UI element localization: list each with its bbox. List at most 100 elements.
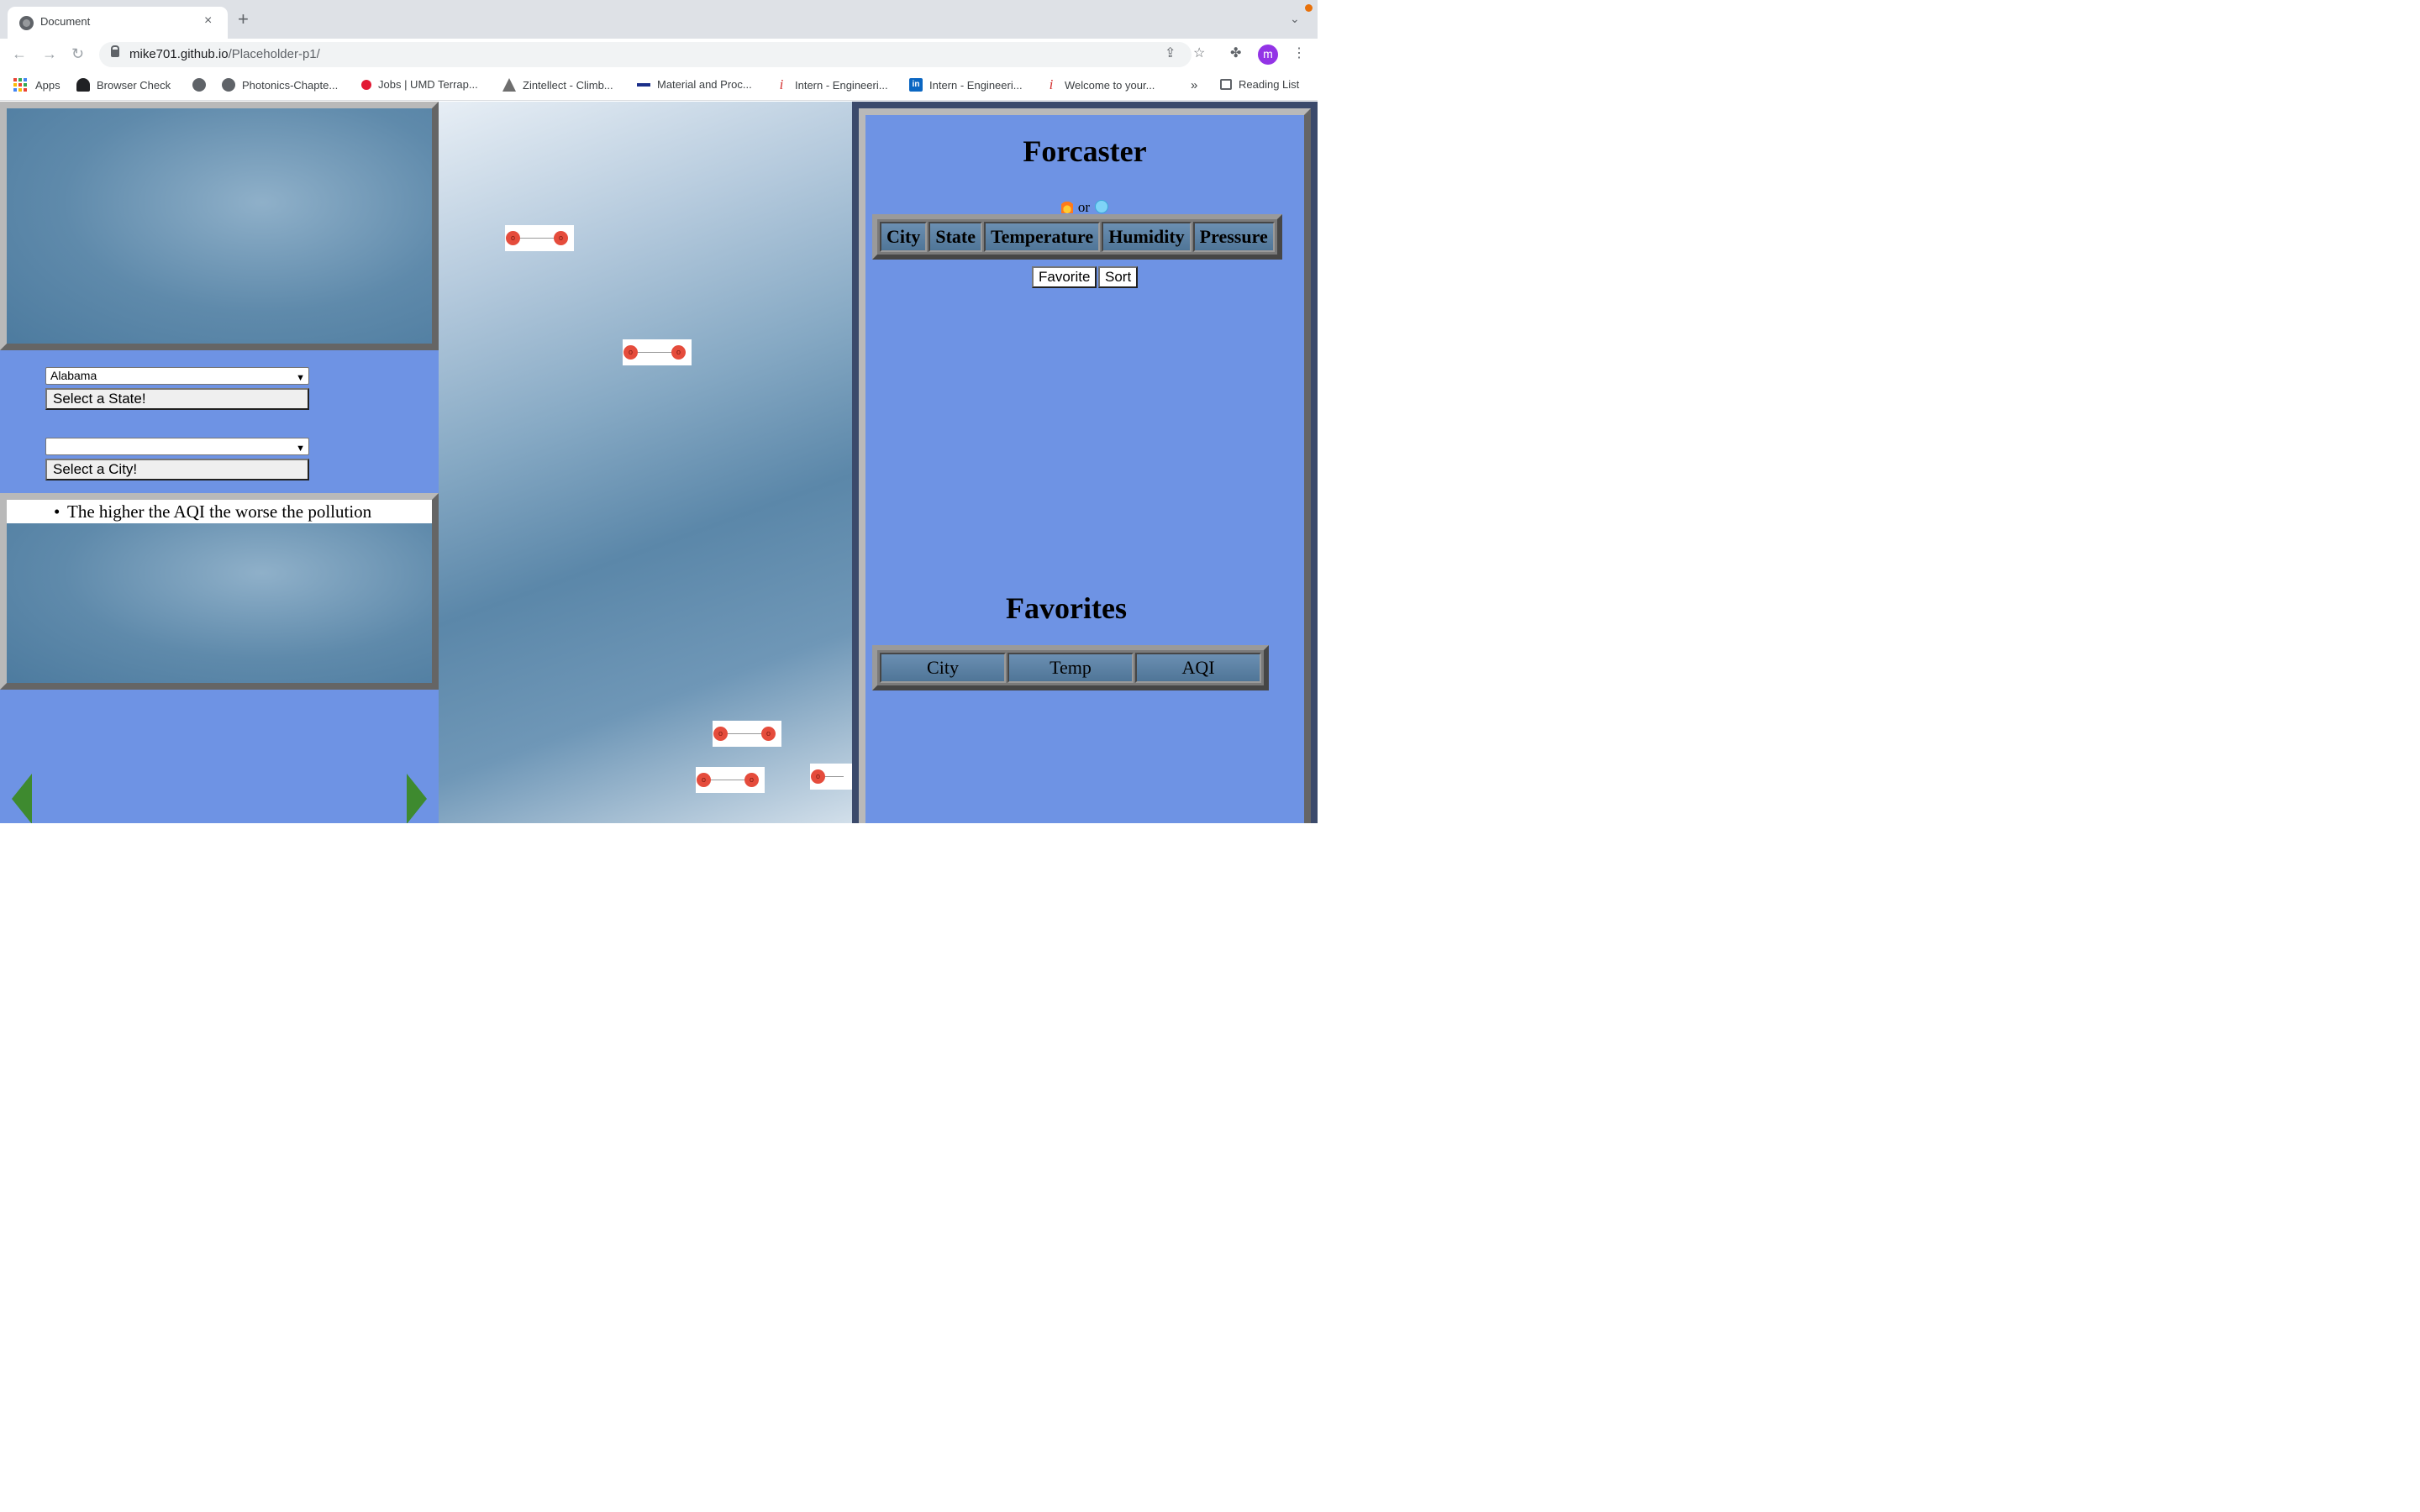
bookmark-label: Zintellect - Climb... — [523, 78, 613, 92]
bookmark-photonics[interactable]: Photonics-Chapte... — [222, 78, 338, 92]
url-host: mike701.github.io — [129, 47, 229, 61]
browser-window: Document × + ⌄ ← → ↻ mike701.github.io/P… — [0, 0, 1318, 824]
star-icon[interactable]: ☆ — [1193, 46, 1205, 61]
lock-icon[interactable] — [111, 45, 120, 57]
tab-strip: Document × + ⌄ — [0, 0, 1318, 39]
back-icon[interactable]: ← — [12, 45, 27, 62]
favorites-column-city[interactable]: City — [880, 653, 1006, 683]
favorites-column-temp[interactable]: Temp — [1007, 653, 1134, 683]
city-select[interactable]: ▼ — [45, 438, 310, 456]
avatar[interactable]: m — [1258, 45, 1279, 65]
extensions-icon[interactable]: ✤ — [1230, 46, 1241, 61]
bookmark-label: Jobs | UMD Terrap... — [378, 78, 478, 92]
dumbbell-widget: o o — [505, 225, 574, 252]
reading-list[interactable]: Reading List — [1220, 78, 1299, 91]
bookmark-label: Intern - Engineeri... — [795, 78, 888, 92]
state-select[interactable]: Alabama ▼ — [45, 367, 310, 385]
bookmark-label: Material and Proc... — [657, 78, 752, 92]
page: Alabama ▼ Select a State! ▼ Select a Cit… — [0, 102, 1318, 824]
forward-icon[interactable]: → — [42, 45, 57, 62]
sky-background: o o o o o o o o o — [439, 102, 853, 824]
column-pressure[interactable]: Pressure — [1192, 222, 1275, 253]
favorite-button[interactable]: Favorite — [1032, 266, 1097, 289]
globe-icon — [192, 78, 207, 92]
bookmark-welcome[interactable]: i Welcome to your... — [1044, 76, 1155, 93]
zintellect-icon — [502, 78, 516, 92]
tab-title: Document — [40, 15, 91, 28]
reading-list-icon — [1220, 79, 1233, 90]
fire-icon — [1060, 200, 1073, 214]
bookmark-label: Welcome to your... — [1065, 78, 1155, 92]
cold-face-icon — [1095, 200, 1109, 214]
red-dot-icon: o — [744, 773, 759, 788]
bookmarks-bar: Apps Browser Check Photonics-Chapte... J… — [0, 71, 1318, 102]
update-indicator-icon — [1305, 4, 1313, 13]
bookmark-umd-jobs[interactable]: Jobs | UMD Terrap... — [361, 78, 478, 91]
bookmark-intern-2[interactable]: in Intern - Engineeri... — [909, 78, 1023, 92]
chevron-down-icon: ▼ — [296, 444, 306, 454]
column-state[interactable]: State — [929, 222, 982, 253]
column-temperature[interactable]: Temperature — [983, 222, 1101, 253]
favorites-table-header: City Temp AQI — [872, 645, 1270, 690]
red-dot-icon: o — [811, 769, 826, 784]
aqi-note: The higher the AQI the worse the polluti… — [7, 500, 432, 523]
dumbbell-widget: o o — [623, 339, 692, 366]
person-icon — [76, 78, 90, 92]
globe-icon — [222, 78, 236, 92]
close-icon[interactable]: × — [204, 13, 212, 29]
menu-icon[interactable]: ⋮ — [1292, 46, 1306, 61]
left-panel: Alabama ▼ Select a State! ▼ Select a Cit… — [0, 102, 439, 824]
forecaster-title: Forcaster — [1023, 134, 1147, 169]
right-arrow-icon[interactable] — [407, 774, 428, 824]
reload-icon[interactable]: ↻ — [71, 45, 84, 62]
forecaster-panel: Forcaster or City State Temperature Humi… — [859, 108, 1312, 824]
bookmark-zintellect[interactable]: Zintellect - Climb... — [502, 78, 613, 92]
select-city-button[interactable]: Select a City! — [45, 459, 310, 481]
left-arrow-icon[interactable] — [12, 774, 33, 824]
address-bar[interactable]: mike701.github.io/Placeholder-p1/ ⇪ ☆ — [99, 42, 1205, 67]
red-dot-icon: o — [506, 231, 521, 245]
sky-image — [7, 500, 432, 683]
url-text[interactable]: mike701.github.io/Placeholder-p1/ — [129, 47, 320, 61]
dumbbell-widget: o o — [713, 721, 782, 748]
tab-document[interactable]: Document × — [8, 7, 229, 39]
bookmarks-overflow[interactable]: » — [1191, 78, 1197, 92]
linkedin-icon: in — [909, 78, 923, 92]
bookmark-material[interactable]: Material and Proc... — [637, 78, 752, 91]
url-path: /Placeholder-p1/ — [228, 47, 320, 61]
state-select-value: Alabama — [50, 369, 97, 383]
reading-list-label: Reading List — [1239, 78, 1300, 92]
share-icon[interactable]: ⇪ — [1165, 46, 1176, 61]
aqi-note-text: The higher the AQI the worse the polluti… — [67, 501, 372, 522]
info-icon: i — [1049, 76, 1054, 93]
globe-icon — [19, 16, 34, 30]
red-dot-icon: o — [713, 727, 729, 742]
red-dot-icon: o — [761, 727, 776, 742]
bookmark-apps[interactable]: Apps — [13, 78, 60, 92]
sky-image-top — [0, 102, 439, 351]
select-state-button[interactable]: Select a State! — [45, 388, 310, 410]
right-panel: Forcaster or City State Temperature Humi… — [852, 102, 1318, 824]
bookmark-label: Intern - Engineeri... — [929, 78, 1023, 92]
toolbar: ← → ↻ mike701.github.io/Placeholder-p1/ … — [0, 39, 1318, 71]
chevron-down-icon[interactable]: ⌄ — [1290, 12, 1300, 26]
weather-table-header: City State Temperature Humidity Pressure — [872, 214, 1282, 260]
sort-button[interactable]: Sort — [1098, 266, 1139, 289]
bookmark-intern-1[interactable]: i Intern - Engineeri... — [775, 76, 888, 93]
favorites-column-aqi[interactable]: AQI — [1135, 653, 1262, 683]
sky-image-bottom: The higher the AQI the worse the polluti… — [0, 493, 439, 690]
bookmark-label: Browser Check — [97, 78, 171, 92]
column-city[interactable]: City — [880, 222, 928, 253]
bookmark-browser-check[interactable]: Browser Check — [76, 78, 171, 92]
favorites-title: Favorites — [1006, 591, 1127, 626]
new-tab-icon[interactable]: + — [238, 10, 249, 29]
red-dot-icon: o — [554, 231, 568, 245]
info-icon: i — [779, 76, 784, 93]
red-dot-icon: o — [697, 773, 712, 788]
bookmark-label: Apps — [35, 78, 60, 92]
bookmark-globe[interactable] — [192, 78, 213, 92]
viewport: Document × + ⌄ ← → ↻ mike701.github.io/P… — [0, 0, 1318, 824]
emoji-or-text: or — [1077, 199, 1091, 215]
column-humidity[interactable]: Humidity — [1102, 222, 1192, 253]
apps-grid-icon — [13, 78, 27, 92]
